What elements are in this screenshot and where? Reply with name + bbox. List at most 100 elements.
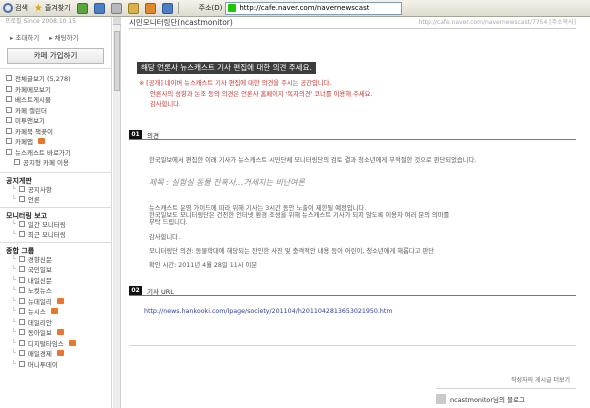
scroll-thumb[interactable] [114,31,120,91]
sidebar-sections: 공지게판 └ 공지사항 └ 언론 모니터링 보고 └ 일간 모니터링 └ 최근 모니터링 종합 그룹… [0,171,111,370]
article-url-link[interactable]: http://news.hankooki.com/lpage/society/2… [144,308,393,315]
sidebar-board-label: 일간 모니터링 [27,220,66,229]
sidebar-board-label: 동아일보 [27,329,52,338]
author-avatar[interactable] [436,394,446,404]
edit-button[interactable] [125,1,142,16]
sidebar-board-item[interactable]: └ 데일리안 [0,317,111,328]
sidebar-menu-item[interactable]: 카페앱 [0,136,111,147]
messenger-button[interactable] [142,1,159,16]
board-icon [18,350,25,357]
address-bar[interactable]: http://cafe.naver.com/navernewscast [225,1,403,15]
sidebar-menu-label: 미투앤보기 [15,117,45,126]
notice-box: ※ [공개] 네이버 뉴스캐스트 기사 편집에 대한 의견을 주시는 공간입니다… [139,79,372,111]
history-button[interactable] [74,1,91,16]
sidebar-board-item[interactable]: └ 내일신문 [0,275,111,286]
research-button[interactable] [159,1,176,16]
board-icon [18,339,25,346]
tree-branch-icon: └ [12,338,16,347]
sidebar-menu-item[interactable]: 카페 캘린더 [0,105,111,116]
chat-link[interactable]: ▸ 채팅하기 [49,32,78,42]
section-label: 의견 [147,131,159,140]
tree-branch-icon: └ [12,265,16,274]
sidebar-scrollbar[interactable] [113,17,121,408]
tree-branch-icon: └ [12,359,16,368]
research-icon [161,2,173,14]
sidebar-menu-item[interactable]: 베스트게시물 [0,94,111,105]
cafe-sidebar: 프로필 Since 2008.10.15 ▸ 초대하기 ▸ 채팅하기 카페 가입… [0,17,112,408]
new-badge-icon [56,297,64,304]
section-label: 기사 URL [147,287,174,296]
scroll-up-icon[interactable] [113,17,121,25]
sidebar-board-item[interactable]: └ 언론 [0,194,111,205]
menu-bullet-icon [6,96,12,103]
sidebar-section-title[interactable]: 공지게판 [0,171,111,185]
sidebar-board-item[interactable]: └ 최근 모니터링 [0,229,111,240]
sidebar-board-label: 국민일보 [27,266,52,275]
new-badge-icon [37,138,45,145]
search-label: 검색 [15,4,28,12]
favorites-button[interactable]: ★ 즐겨찾기 [31,1,74,16]
sidebar-menu-item[interactable]: 카페메모보기 [0,84,111,95]
menu-bullet-icon [6,138,12,145]
guide-line-3: 부탁 드립니다. [149,219,188,226]
sidebar-board-item[interactable]: └ 매일경제 [0,348,111,359]
join-cafe-button[interactable]: 카페 가입하기 [7,48,104,64]
board-icon [18,231,25,238]
new-badge-icon [56,350,64,357]
mail-icon [93,2,105,14]
tree-branch-icon: └ [12,307,16,316]
sidebar-section-title[interactable]: 모니터링 보고 [0,206,111,220]
sidebar-board-item[interactable]: └ 뉴데일리 [0,296,111,307]
sidebar-menu-item[interactable]: 뉴스캐스트 바로가기 [0,147,111,158]
sidebar-board-item[interactable]: └ 노컷뉴스 [0,285,111,296]
more-posts-link[interactable]: 작성자의 게시글 더보기 [511,375,570,384]
sidebar-section-title[interactable]: 종합 그룹 [0,241,111,255]
post-content: 시민모니터링단(ncastmonitor) http://cafe.naver.… [121,17,590,408]
mail-button[interactable] [91,1,108,16]
tree-branch-icon: └ [12,275,16,284]
sidebar-menu-item[interactable]: 전체글보기 (5,278) [0,73,111,84]
sidebar-menu-label: 공지형 카페 이용 [23,159,69,168]
menu-bullet-icon [6,106,12,113]
sidebar-menu-item[interactable]: 공지형 카페 이용 [0,157,111,168]
sidebar-board-label: 뉴데일리 [27,297,52,306]
print-button[interactable] [108,1,125,16]
sidebar-board-label: 매일경제 [27,350,52,359]
sidebar-board-label: 머니투데이 [27,360,58,369]
board-icon [18,185,25,192]
favorites-label: 즐겨찾기 [44,4,71,12]
board-icon [18,287,25,294]
search-button[interactable]: 검색 [0,1,31,16]
sidebar-board-item[interactable]: └ 머니투데이 [0,359,111,370]
board-title[interactable]: 시민모니터링단(ncastmonitor) [129,17,233,28]
sidebar-menu-item[interactable]: 카페북 책꽂이 [0,126,111,137]
post-url[interactable]: http://cafe.naver.com/navernewscast/7754… [419,17,576,26]
monitor-opinion: 모니터링단 의견: 동물학대에 해당되는 잔인한 사진 및 충격적인 내용 등이… [149,248,435,255]
section-number: 02 [129,286,142,295]
tree-branch-icon: └ [12,296,16,305]
address-url[interactable]: http://cafe.naver.com/navernewscast [239,4,369,12]
sidebar-board-label: 최근 모니터링 [27,231,66,240]
invite-link[interactable]: ▸ 초대하기 [10,32,39,42]
content-divider [129,345,576,346]
sidebar-board-item[interactable]: └ 뉴시스 [0,306,111,317]
new-badge-icon [68,339,76,346]
guide-line-1: 뉴스캐스트 운영 가이드에 따라 위해 기사는 3시간 동안 노출이 제한될 예… [149,205,367,212]
board-icon [18,329,25,336]
sidebar-board-label: 데일리안 [27,318,52,327]
opinion-section-header: 01 의견 [129,130,576,140]
tree-branch-icon: └ [12,230,16,239]
tree-branch-icon: └ [12,286,16,295]
notice-line-3: 감사합니다. [150,101,181,108]
sidebar-board-item[interactable]: └ 국민일보 [0,264,111,275]
sidebar-menu-item[interactable]: 미투앤보기 [0,115,111,126]
menu-bullet-icon [6,85,12,92]
search-icon [3,3,13,13]
board-icon [18,196,25,203]
sidebar-board-label: 뉴시스 [27,308,46,317]
author-blog-link[interactable]: ncastmonitor님의 블로그 [450,394,525,404]
sidebar-menu-label: 카페앱 [15,138,33,147]
post-headline: 해당 언론사 뉴스캐스트 기사 편집에 대한 의견 주세요. [137,62,316,74]
sidebar-board-item[interactable]: └ 디지털타임스 [0,338,111,349]
sidebar-board-item[interactable]: └ 동아일보 [0,327,111,338]
